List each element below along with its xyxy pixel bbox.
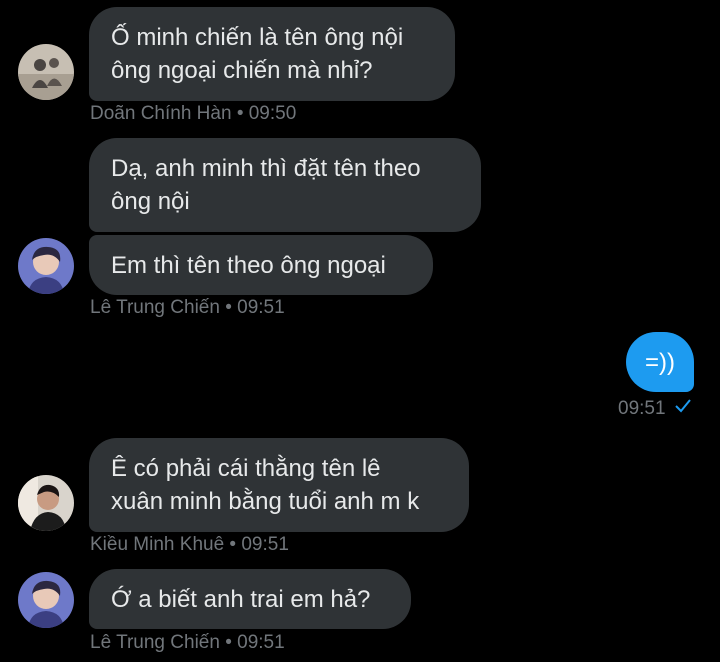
message-text: Dạ, anh minh thì đặt tên theo ông nội (111, 155, 421, 215)
message-meta: Lê Trung Chiến • 09:51 (90, 297, 285, 318)
message-text: =)) (645, 348, 675, 376)
sent-message-bubble[interactable]: =)) (626, 332, 694, 392)
message-bubble[interactable]: Em thì tên theo ông ngoại (89, 235, 433, 295)
check-icon (674, 398, 692, 420)
message-meta: Kiều Minh Khuê • 09:51 (90, 534, 289, 555)
message-time: 09:51 (618, 398, 666, 419)
sent-message-meta: 09:51 (618, 398, 692, 420)
message-bubble[interactable]: Ê có phải cái thằng tên lê xuân minh bằn… (89, 438, 469, 532)
avatar[interactable] (18, 238, 74, 294)
message-bubble[interactable]: Ớ a biết anh trai em hả? (89, 569, 411, 629)
user-avatar-icon (18, 475, 74, 531)
message-text: Ố minh chiến là tên ông nội ông ngoại ch… (111, 24, 404, 84)
message-text: Ớ a biết anh trai em hả? (111, 585, 371, 613)
message-meta: Doãn Chính Hàn • 09:50 (90, 103, 297, 124)
avatar[interactable] (18, 475, 74, 531)
message-bubble[interactable]: Ố minh chiến là tên ông nội ông ngoại ch… (89, 7, 455, 101)
user-avatar-icon (18, 44, 74, 100)
message-text: Ê có phải cái thằng tên lê xuân minh bằn… (111, 455, 420, 515)
user-avatar-icon (18, 238, 74, 294)
avatar[interactable] (18, 44, 74, 100)
avatar[interactable] (18, 572, 74, 628)
message-bubble[interactable]: Dạ, anh minh thì đặt tên theo ông nội (89, 138, 481, 232)
message-meta: Lê Trung Chiến • 09:51 (90, 632, 285, 653)
user-avatar-icon (18, 572, 74, 628)
message-text: Em thì tên theo ông ngoại (111, 251, 386, 279)
